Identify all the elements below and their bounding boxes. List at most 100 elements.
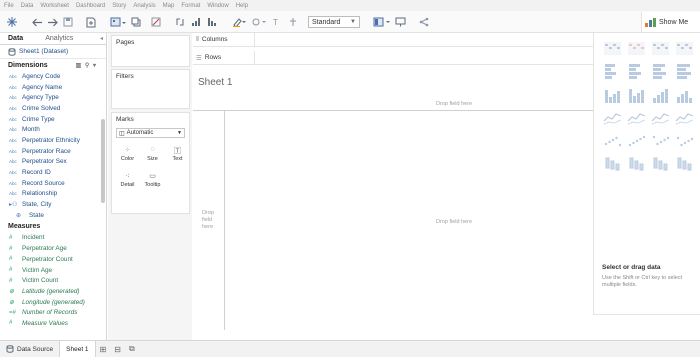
- presentation-mode-icon[interactable]: [394, 16, 406, 28]
- tableau-logo-icon[interactable]: [6, 16, 18, 28]
- filled-map-icon[interactable]: [603, 62, 622, 81]
- tab-data[interactable]: Data: [0, 35, 27, 44]
- scatter-plot-icon[interactable]: [651, 131, 670, 150]
- size-button[interactable]: ◌ Size: [141, 142, 164, 166]
- menu-item-window[interactable]: Window: [207, 3, 228, 9]
- measure-field[interactable]: # Measure Values: [0, 318, 106, 329]
- pin-axis-icon[interactable]: [287, 16, 299, 28]
- rows-shelf[interactable]: ☰ Rows: [193, 50, 593, 65]
- measure-field[interactable]: # Perpetrator Age: [0, 243, 106, 254]
- sort-ascending-icon[interactable]: [190, 16, 202, 28]
- new-dashboard-icon[interactable]: ⊟: [110, 345, 125, 354]
- area-discrete-icon[interactable]: [603, 131, 622, 150]
- dimension-field[interactable]: Abc Perpetrator Sex: [0, 157, 106, 168]
- dimension-field[interactable]: Abc Agency Type: [0, 92, 106, 103]
- measure-field[interactable]: ⊕ Longitude (generated): [0, 297, 106, 308]
- undo-icon[interactable]: [31, 16, 43, 28]
- new-worksheet-icon[interactable]: [108, 16, 128, 28]
- dimension-field[interactable]: Abc Record ID: [0, 167, 106, 178]
- tab-analytics[interactable]: Analytics: [37, 35, 77, 44]
- highlight-table-icon[interactable]: [651, 39, 670, 58]
- dimension-field[interactable]: Abc Perpetrator Race: [0, 146, 106, 157]
- new-worksheet-icon[interactable]: ⊞: [96, 345, 111, 354]
- treemap-icon[interactable]: [627, 85, 646, 104]
- menu-item-story[interactable]: Story: [112, 3, 126, 9]
- heat-map-icon[interactable]: [627, 39, 646, 58]
- new-data-source-icon[interactable]: [85, 16, 97, 28]
- dimension-tools-icon[interactable]: ▥ ⚲ ▾: [76, 62, 106, 69]
- dimension-field[interactable]: ▸⚇ State, City: [0, 199, 106, 210]
- dual-lines-icon[interactable]: [651, 108, 670, 127]
- show-me-button[interactable]: Show Me: [641, 12, 700, 32]
- dimension-field[interactable]: Abc Relationship: [0, 189, 106, 200]
- color-button[interactable]: ⁘ Color: [116, 142, 139, 166]
- data-pane-scrollbar[interactable]: [101, 119, 105, 203]
- tooltip-button[interactable]: ▭ Tooltip: [141, 168, 164, 192]
- side-by-side-circles-icon[interactable]: [675, 85, 694, 104]
- sheet-tab[interactable]: Sheet 1: [60, 341, 96, 357]
- duplicate-icon[interactable]: [130, 16, 142, 28]
- drop-zone-view[interactable]: Drop field here: [436, 219, 472, 225]
- new-story-icon[interactable]: ⧉: [125, 344, 139, 354]
- side-by-side-bars-icon[interactable]: [603, 85, 622, 104]
- measure-field[interactable]: =# Number of Records: [0, 307, 106, 318]
- menu-item-worksheet[interactable]: Worksheet: [40, 3, 69, 9]
- pie-chart-icon[interactable]: [627, 62, 646, 81]
- symbol-map-icon[interactable]: [675, 39, 694, 58]
- save-icon[interactable]: [62, 16, 74, 28]
- text-button[interactable]: 🅃 Text: [166, 142, 189, 166]
- pages-shelf[interactable]: Pages: [111, 35, 190, 67]
- menu-item-map[interactable]: Map: [163, 3, 175, 9]
- menu-item-format[interactable]: Format: [181, 3, 200, 9]
- measure-field[interactable]: # Victim Count: [0, 275, 106, 286]
- menu-item-data[interactable]: Data: [21, 3, 34, 9]
- box-whisker-icon[interactable]: [603, 154, 622, 173]
- drop-zone-rows[interactable]: Drop field here: [202, 210, 222, 231]
- area-continuous-icon[interactable]: [675, 108, 694, 127]
- stacked-bars-icon[interactable]: [675, 62, 694, 81]
- group-members-icon[interactable]: [251, 16, 267, 28]
- swap-icon[interactable]: [174, 16, 186, 28]
- horizontal-bars-icon[interactable]: [651, 62, 670, 81]
- show-cards-icon[interactable]: [372, 16, 392, 28]
- redo-icon[interactable]: [46, 16, 58, 28]
- menu-item-file[interactable]: File: [4, 3, 14, 9]
- highlight-icon[interactable]: [231, 16, 247, 28]
- menu-item-dashboard[interactable]: Dashboard: [76, 3, 105, 9]
- sort-descending-icon[interactable]: [206, 16, 218, 28]
- sheet-title[interactable]: Sheet 1: [198, 77, 232, 88]
- bullet-graph-icon[interactable]: [651, 154, 670, 173]
- fit-select[interactable]: Standard ▼: [308, 16, 360, 28]
- gantt-chart-icon[interactable]: [627, 154, 646, 173]
- dimension-field[interactable]: ⊕ State: [0, 210, 106, 221]
- dimension-field[interactable]: Abc Month: [0, 124, 106, 135]
- collapse-icon[interactable]: ◂: [100, 35, 106, 44]
- text-table-icon[interactable]: [603, 39, 622, 58]
- detail-button[interactable]: ⁖ Detail: [116, 168, 139, 192]
- measure-field[interactable]: # Perpetrator Count: [0, 254, 106, 265]
- dimension-field[interactable]: Abc Agency Name: [0, 82, 106, 93]
- mark-type-select[interactable]: ◫ Automatic ▼: [116, 128, 185, 138]
- circle-views-icon[interactable]: [651, 85, 670, 104]
- labels-icon[interactable]: T: [271, 16, 283, 28]
- histogram-icon[interactable]: [675, 131, 694, 150]
- data-source-tab[interactable]: Data Source: [0, 341, 61, 357]
- data-source-item[interactable]: Sheet1 (Dataset): [0, 45, 106, 59]
- measure-field[interactable]: # Victim Age: [0, 265, 106, 276]
- dimension-field[interactable]: Abc Crime Solved: [0, 103, 106, 114]
- measure-field[interactable]: # Incident: [0, 233, 106, 244]
- dimension-field[interactable]: Abc Record Source: [0, 178, 106, 189]
- dimension-field[interactable]: Abc Crime Type: [0, 114, 106, 125]
- measure-field[interactable]: ⊕ Latitude (generated): [0, 286, 106, 297]
- dimension-field[interactable]: Abc Perpetrator Ethnicity: [0, 135, 106, 146]
- drop-zone-columns[interactable]: Drop field here: [436, 101, 472, 107]
- lines-discrete-icon[interactable]: [627, 108, 646, 127]
- dual-combination-icon[interactable]: [627, 131, 646, 150]
- packed-bubbles-icon[interactable]: [675, 154, 694, 173]
- menu-item-analysis[interactable]: Analysis: [133, 3, 155, 9]
- menu-item-help[interactable]: Help: [236, 3, 248, 9]
- filters-shelf[interactable]: Filters: [111, 69, 190, 109]
- lines-continuous-icon[interactable]: [603, 108, 622, 127]
- dimension-field[interactable]: Abc Agency Code: [0, 71, 106, 82]
- columns-shelf[interactable]: ⦀ Columns: [193, 32, 593, 47]
